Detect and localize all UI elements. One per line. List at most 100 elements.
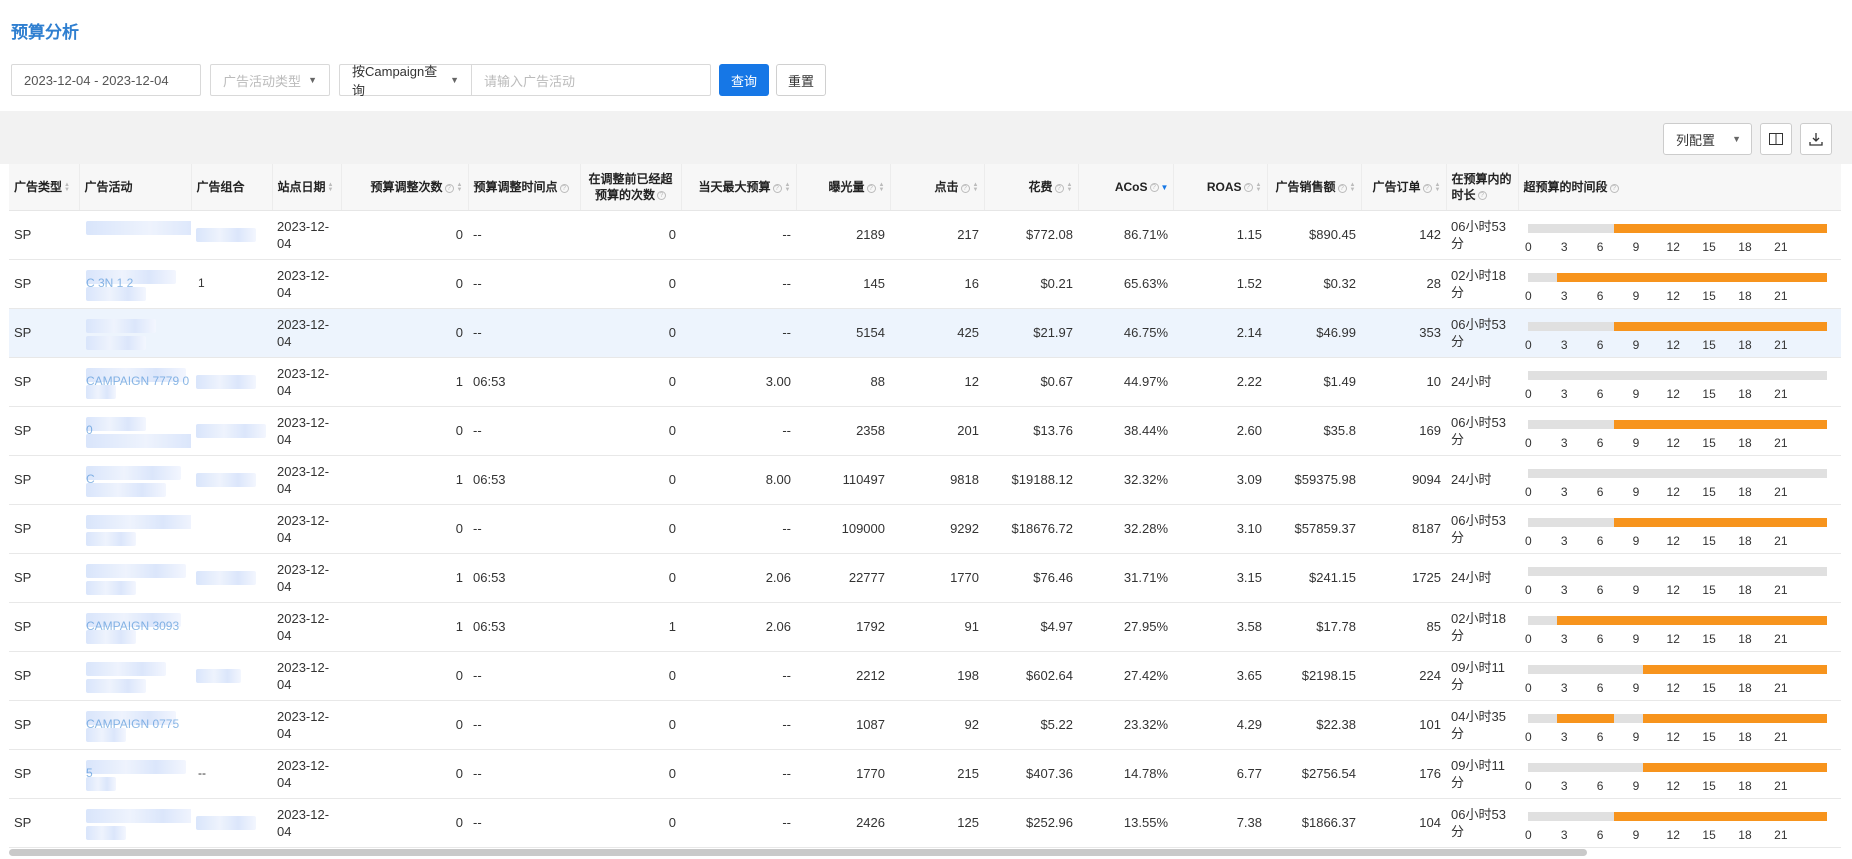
cell-campaign[interactable] [79, 210, 191, 260]
cell-ad-group[interactable]: 1 [191, 259, 272, 309]
tick-label: 15 [1702, 386, 1716, 401]
campaign-link[interactable]: 5 [84, 752, 186, 796]
tick-label: 21 [1774, 288, 1788, 303]
reset-button[interactable]: 重置 [776, 64, 826, 96]
cell-ad-group[interactable] [191, 455, 272, 505]
cell-campaign[interactable] [79, 651, 191, 701]
cell-clicks: 12 [890, 357, 984, 407]
cell-ad-type: SP [9, 700, 79, 750]
col-header-clicks[interactable]: 点击? ▲ ▼ [890, 164, 985, 211]
cell-campaign[interactable]: CAMPAIGN 0775 [79, 700, 191, 750]
campaign-link[interactable] [84, 556, 186, 600]
cell-acos: 14.78% [1078, 749, 1173, 799]
column-config-button[interactable]: 列配置 ▼ [1663, 123, 1752, 155]
campaign-name: CAMPAIGN 3093 [86, 618, 180, 633]
horizontal-scrollbar[interactable] [9, 849, 1587, 856]
cell-campaign[interactable] [79, 798, 191, 848]
cell-max-budget: -- [681, 308, 796, 358]
campaign-link[interactable] [84, 311, 186, 355]
cell-ad-type: SP [9, 798, 79, 848]
col-header-adjust-count[interactable]: 预算调整次数? ▲ ▼ [341, 164, 469, 211]
tick-label: 9 [1632, 729, 1640, 744]
campaign-link[interactable] [84, 507, 191, 551]
col-header-orders[interactable]: 广告订单? ▲ ▼ [1361, 164, 1447, 211]
campaign-link[interactable]: C [84, 458, 186, 502]
redacted-text [86, 661, 166, 676]
col-header-ad-type[interactable]: 广告类型 ▲ ▼ [9, 164, 80, 211]
cell-clicks: 201 [890, 406, 984, 456]
cell-over-budget-period: 0 3 6 9 12 15 18 21 [1518, 651, 1841, 701]
columns-toggle-button[interactable] [1760, 123, 1792, 155]
cell-campaign[interactable]: CAMPAIGN 3093 [79, 602, 191, 652]
col-header-max-budget[interactable]: 当天最大预算? ▲ ▼ [681, 164, 797, 211]
cell-spend: $18676.72 [984, 504, 1078, 554]
cell-ad-group[interactable] [191, 553, 272, 603]
cell-ad-group[interactable] [191, 700, 272, 750]
cell-max-budget: 8.00 [681, 455, 796, 505]
cell-ad-group[interactable] [191, 406, 272, 456]
cell-in-budget-duration: 06小时53分 [1446, 210, 1518, 260]
col-header-roas[interactable]: ROAS? ▲ ▼ [1173, 164, 1268, 211]
cell-ad-group[interactable] [191, 308, 272, 358]
col-header-spend[interactable]: 花费? ▲ ▼ [984, 164, 1079, 211]
campaign-link[interactable]: CAMPAIGN 7779 0 [84, 360, 189, 404]
cell-spend: $76.46 [984, 553, 1078, 603]
search-button[interactable]: 查询 [719, 64, 769, 96]
tick-label: 3 [1560, 484, 1568, 499]
cell-ad-group[interactable] [191, 602, 272, 652]
cell-campaign[interactable]: C [79, 455, 191, 505]
cell-clicks: 16 [890, 259, 984, 309]
cell-adjust-time: 06:53 [468, 455, 580, 505]
cell-campaign[interactable]: 5 [79, 749, 191, 799]
tick-label: 6 [1596, 484, 1604, 499]
campaign-link[interactable] [84, 213, 191, 257]
query-mode-select[interactable]: 按Campaign查询 ▼ [339, 64, 471, 98]
redacted-text [86, 220, 191, 235]
timeline-ticks: 0 3 6 9 12 15 18 21 [1523, 779, 1833, 793]
tick-label: 3 [1560, 582, 1568, 597]
cell-campaign[interactable]: CAMPAIGN 7779 0 [79, 357, 191, 407]
cell-ad-group[interactable] [191, 210, 272, 260]
table-toolbar: 列配置 ▼ [1663, 123, 1832, 155]
cell-acos: 38.44% [1078, 406, 1173, 456]
cell-campaign[interactable] [79, 553, 191, 603]
campaign-link[interactable]: 0 [84, 409, 191, 453]
tick-label: 12 [1666, 288, 1680, 303]
cell-campaign[interactable]: C 3N 1 2 [79, 259, 191, 309]
campaign-type-select[interactable]: 广告活动类型 ▼ [210, 64, 330, 96]
campaign-search-input[interactable]: 请输入广告活动 [471, 64, 711, 96]
col-header-site-date[interactable]: 站点日期 ▲ ▼ [272, 164, 342, 211]
cell-spend: $19188.12 [984, 455, 1078, 505]
cell-orders: 101 [1361, 700, 1446, 750]
cell-spend: $407.36 [984, 749, 1078, 799]
cell-ad-group[interactable]: -- [191, 749, 272, 799]
cell-ad-group[interactable] [191, 504, 272, 554]
campaign-link[interactable] [84, 654, 186, 698]
cell-campaign[interactable] [79, 308, 191, 358]
campaign-link[interactable] [84, 801, 191, 845]
tick-label: 0 [1525, 582, 1532, 597]
cell-roas: 4.29 [1173, 700, 1267, 750]
timeline-ticks: 0 3 6 9 12 15 18 21 [1523, 338, 1833, 352]
col-header-impressions[interactable]: 曝光量? ▲ ▼ [796, 164, 891, 211]
cell-over-budget-period: 0 3 6 9 12 15 18 21 [1518, 357, 1841, 407]
cell-ad-type: SP [9, 357, 79, 407]
timeline-ticks: 0 3 6 9 12 15 18 21 [1523, 240, 1833, 254]
campaign-link[interactable]: CAMPAIGN 0775 [84, 703, 186, 747]
col-header-sales[interactable]: 广告销售额? ▲ ▼ [1267, 164, 1362, 211]
cell-campaign[interactable] [79, 504, 191, 554]
tick-label: 6 [1596, 680, 1604, 695]
tick-label: 21 [1774, 729, 1788, 744]
cell-ad-group[interactable] [191, 357, 272, 407]
cell-ad-group[interactable] [191, 651, 272, 701]
campaign-link[interactable]: C 3N 1 2 [84, 262, 186, 306]
campaign-link[interactable]: CAMPAIGN 3093 [84, 605, 186, 649]
cell-ad-group[interactable] [191, 798, 272, 848]
over-budget-segment [1613, 811, 1827, 821]
download-button[interactable] [1800, 123, 1832, 155]
over-budget-segment [1642, 664, 1827, 674]
cell-campaign[interactable]: 0 [79, 406, 191, 456]
cell-ad-type: SP [9, 553, 79, 603]
date-range-picker[interactable]: 2023-12-04 - 2023-12-04 [11, 64, 201, 96]
col-header-acos[interactable]: ACoS? ▼ [1078, 164, 1174, 211]
